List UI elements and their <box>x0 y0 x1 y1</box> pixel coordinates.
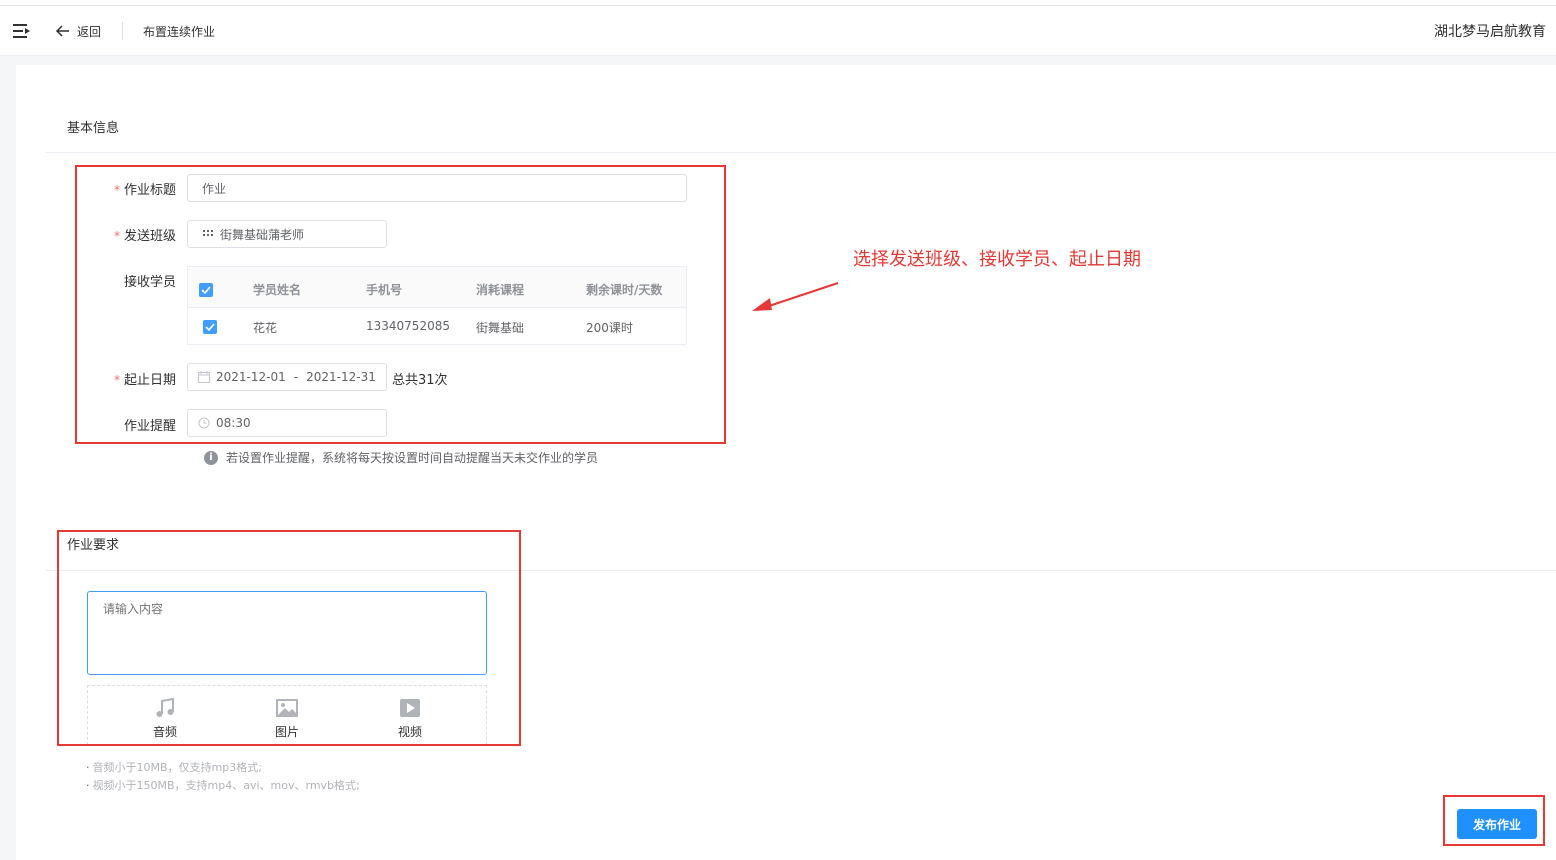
students-table: 学员姓名 手机号 消耗课程 剩余课时/天数 花花 13340752085 街舞基… <box>187 266 687 345</box>
back-button[interactable]: 返回 <box>55 20 101 42</box>
music-icon <box>156 697 174 717</box>
date-end: 2021-12-31 <box>306 370 376 384</box>
back-label: 返回 <box>77 24 102 39</box>
column-header: 手机号 <box>366 283 403 297</box>
info-icon: i <box>204 450 218 465</box>
reminder-time-picker[interactable]: 08:30 <box>187 409 387 437</box>
section-divider <box>46 570 1556 571</box>
menu-fold-icon[interactable] <box>13 23 31 39</box>
image-icon <box>276 699 298 717</box>
column-header: 消耗课程 <box>476 283 525 297</box>
section-title-requirement: 作业要求 <box>67 538 120 553</box>
students-label: 接收学员 <box>123 275 176 290</box>
note-item: · 音频小于10MB，仅支持mp3格式; <box>86 761 262 774</box>
requirement-textarea[interactable] <box>87 591 487 675</box>
top-header: 返回 布置连续作业 湖北梦马启航教育 <box>0 6 1556 56</box>
row-checkbox[interactable] <box>203 320 217 334</box>
video-icon <box>400 699 420 717</box>
section-title-basic: 基本信息 <box>67 121 120 136</box>
student-phone: 13340752085 <box>366 319 450 333</box>
title-label: * 作业标题 <box>113 183 176 198</box>
student-remaining: 200课时 <box>586 321 633 335</box>
student-course: 街舞基础 <box>476 321 525 335</box>
publish-button[interactable]: 发布作业 <box>1457 809 1537 839</box>
annotation-arrow <box>752 282 839 311</box>
date-total: 总共31次 <box>392 373 448 388</box>
org-name: 湖北梦马启航教育 <box>1434 24 1546 40</box>
required-mark: * <box>113 229 120 243</box>
date-range-picker[interactable]: 2021-12-01 - 2021-12-31 <box>187 363 387 391</box>
upload-audio-button[interactable]: 音频 <box>135 696 195 740</box>
reminder-label: 作业提醒 <box>123 419 176 434</box>
date-label: * 起止日期 <box>113 373 176 388</box>
upload-video-button[interactable]: 视频 <box>380 696 440 740</box>
header-divider <box>122 22 123 40</box>
class-label: * 发送班级 <box>113 229 176 244</box>
column-header: 学员姓名 <box>253 283 302 297</box>
content-card: 基本信息 * 作业标题 作业 * 发送班级 街舞基础蒲老师 接收学员 学员姓名 手机… <box>16 65 1556 860</box>
upload-notes: · 音频小于10MB，仅支持mp3格式; · 视频小于150MB，支持mp4、avi… <box>86 759 360 795</box>
required-mark: * <box>113 183 120 197</box>
media-uploader: 音频 图片 视频 <box>87 685 487 745</box>
arrow-left-icon <box>55 25 69 37</box>
upload-image-button[interactable]: 图片 <box>257 696 317 740</box>
date-separator: - <box>293 370 299 384</box>
required-mark: * <box>113 373 120 387</box>
table-header-row: 学员姓名 手机号 消耗课程 剩余课时/天数 <box>188 267 686 308</box>
class-select[interactable]: 街舞基础蒲老师 <box>187 220 387 248</box>
student-name: 花花 <box>253 321 278 335</box>
calendar-icon <box>198 371 210 383</box>
table-row: 花花 13340752085 街舞基础 200课时 <box>188 308 686 344</box>
date-start: 2021-12-01 <box>216 370 286 384</box>
section-divider <box>46 152 1556 153</box>
homework-title-input[interactable]: 作业 <box>187 174 687 202</box>
page-title: 布置连续作业 <box>143 25 216 39</box>
select-all-checkbox[interactable] <box>199 283 213 297</box>
reminder-hint: i 若设置作业提醒，系统将每天按设置时间自动提醒当天未交作业的学员 <box>204 449 598 466</box>
column-header: 剩余课时/天数 <box>586 283 663 297</box>
clock-icon <box>198 417 210 429</box>
grid-icon <box>203 230 213 236</box>
annotation-text: 选择发送班级、接收学员、起止日期 <box>853 249 1141 270</box>
note-item: · 视频小于150MB，支持mp4、avi、mov、rmvb格式; <box>86 779 360 792</box>
